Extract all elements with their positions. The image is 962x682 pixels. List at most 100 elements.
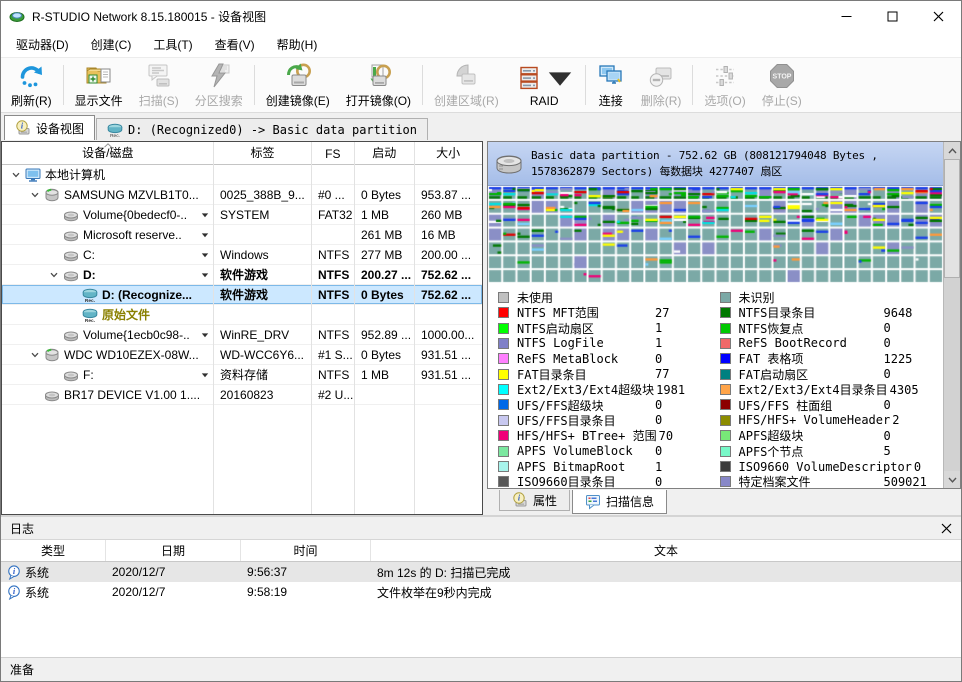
rec-disk-icon: Rec. <box>82 307 98 323</box>
row-dropdown-icon[interactable] <box>201 251 212 259</box>
row-dropdown-icon[interactable] <box>201 231 212 239</box>
row-dropdown-icon[interactable] <box>201 331 212 339</box>
row-dropdown-icon[interactable] <box>201 371 212 379</box>
tree-column-header-1[interactable]: 标签 <box>214 142 312 164</box>
maximize-button[interactable] <box>869 1 915 31</box>
log-date-cell: 2020/12/7 <box>106 565 241 579</box>
tree-row[interactable]: D:软件游戏NTFS200.27 ...752.62 ... <box>2 265 482 285</box>
log-close-icon[interactable] <box>941 523 952 534</box>
tree-row[interactable]: F:资料存储NTFS1 MB931.51 ... <box>2 365 482 385</box>
device-name: SAMSUNG MZVLB1T0... <box>64 188 199 202</box>
log-row[interactable]: i系统2020/12/79:56:378m 12s 的 D: 扫描已完成 <box>1 562 961 582</box>
tree-column-header-0[interactable]: 设备/磁盘 <box>2 142 214 164</box>
view-tab-device-view[interactable]: i设备视图 <box>4 115 95 140</box>
scroll-down-arrow[interactable] <box>944 471 960 488</box>
legend-label: APFS VolumeBlock <box>517 444 653 458</box>
tree-row[interactable]: Volume{0bedecf0-..SYSTEMFAT321 MB260 MB <box>2 205 482 225</box>
scan-blocks-canvas <box>488 186 943 283</box>
scroll-track[interactable] <box>944 159 960 471</box>
vertical-scrollbar[interactable] <box>943 142 960 488</box>
log-row[interactable]: i系统2020/12/79:58:19文件枚举在9秒内完成 <box>1 582 961 602</box>
log-column-header-2[interactable]: 时间 <box>241 540 371 561</box>
boot-cell <box>355 165 415 184</box>
bottom-tab-scan-info[interactable]: 扫描信息 <box>572 490 667 514</box>
row-dropdown-icon[interactable] <box>201 211 212 219</box>
tree-row[interactable]: Rec.原始文件 <box>2 305 482 325</box>
fs-cell: #2 U... <box>312 385 355 404</box>
legend-swatch <box>498 369 509 380</box>
toolbar-button-connect[interactable]: 连接 <box>589 60 633 110</box>
bottom-tab-properties[interactable]: i属性 <box>499 490 570 511</box>
tree-row[interactable]: Rec.D: (Recognize...软件游戏NTFS0 Bytes752.6… <box>2 285 482 305</box>
tree-row[interactable]: WDC WD10EZEX-08W...WD-WCC6Y6...#1 S...0 … <box>2 345 482 365</box>
info-icon: i <box>7 565 21 580</box>
scroll-up-arrow[interactable] <box>944 142 960 159</box>
device-view-icon: i <box>15 120 31 136</box>
fs-cell <box>312 305 355 324</box>
expand-chevron[interactable] <box>26 350 43 360</box>
toolbar-button-partition-search[interactable]: 分区搜索 <box>187 60 251 110</box>
toolbar-button-scan[interactable]: 扫描(S) <box>131 60 187 110</box>
toolbar-button-raid[interactable]: RAID <box>507 60 582 110</box>
svg-text:Rec.: Rec. <box>85 318 95 323</box>
chevron-down-icon <box>49 270 59 280</box>
info-icon: i <box>7 585 21 600</box>
menu-item-c[interactable]: 创建(C) <box>80 32 143 57</box>
toolbar-button-create-region[interactable]: 创建区域(R) <box>426 60 507 110</box>
connect-icon <box>597 62 625 90</box>
tree-row[interactable]: SAMSUNG MZVLB1T0...0025_388B_9...#0 ...0… <box>2 185 482 205</box>
tree-row[interactable]: Microsoft reserve..261 MB16 MB <box>2 225 482 245</box>
toolbar-button-create-image[interactable]: 创建镜像(E) <box>258 60 338 110</box>
log-column-header-0[interactable]: 类型 <box>1 540 106 561</box>
toolbar-button-delete[interactable]: 删除(R) <box>633 60 690 110</box>
tree-column-header-3[interactable]: 启动 <box>354 142 414 164</box>
tree-row[interactable]: C:WindowsNTFS277 MB200.00 ... <box>2 245 482 265</box>
menu-item-v[interactable]: 查看(V) <box>204 32 266 57</box>
boot-cell: 200.27 ... <box>355 265 415 284</box>
legend-item: NTFS MFT范围27 <box>498 305 720 320</box>
menu-item-h[interactable]: 帮助(H) <box>266 32 329 57</box>
scan-icon <box>145 62 173 90</box>
log-column-header-1[interactable]: 日期 <box>106 540 241 561</box>
toolbar-separator <box>585 65 586 105</box>
column-divider[interactable] <box>354 142 355 514</box>
tree-row[interactable]: Volume{1ecb0c98-..WinRE_DRVNTFS952.89 ..… <box>2 325 482 345</box>
menu-item-t[interactable]: 工具(T) <box>142 32 203 57</box>
device-name: Microsoft reserve.. <box>83 228 182 242</box>
device-name-cell: Volume{0bedecf0-.. <box>2 205 214 224</box>
toolbar-button-show-files[interactable]: 显示文件 <box>67 60 131 110</box>
tree-row[interactable]: 本地计算机 <box>2 165 482 185</box>
legend-label: ReFS BootRecord <box>739 336 882 350</box>
legend-count: 1981 <box>654 383 685 397</box>
column-divider[interactable] <box>414 142 415 514</box>
minimize-button[interactable] <box>823 1 869 31</box>
toolbar-button-refresh[interactable]: 刷新(R) <box>3 60 60 110</box>
expand-chevron[interactable] <box>26 190 43 200</box>
toolbar-separator <box>422 65 423 105</box>
column-divider[interactable] <box>213 142 214 514</box>
log-column-header-3[interactable]: 文本 <box>371 540 961 561</box>
toolbar-button-open-image[interactable]: 打开镜像(O) <box>338 60 419 110</box>
legend-count: 0 <box>882 429 891 443</box>
close-icon <box>933 11 944 22</box>
toolbar-button-stop[interactable]: STOP停止(S) <box>754 60 810 110</box>
menu-item-d[interactable]: 驱动器(D) <box>5 32 80 57</box>
size-cell: 16 MB <box>415 225 483 244</box>
expand-chevron[interactable] <box>7 170 24 180</box>
toolbar-button-options[interactable]: 选项(O) <box>696 60 753 110</box>
tree-column-header-4[interactable]: 大小 <box>414 142 482 164</box>
toolbar-button-label: 创建区域(R) <box>434 92 499 109</box>
column-divider[interactable] <box>311 142 312 514</box>
tree-row[interactable]: BR17 DEVICE V1.00 1....20160823#2 U... <box>2 385 482 405</box>
tree-column-header-2[interactable]: FS <box>311 142 354 164</box>
toolbar-button-label: 刷新(R) <box>11 92 52 109</box>
view-tab-partition[interactable]: Rec.D: (Recognized0) -> Basic data parti… <box>96 118 428 140</box>
sort-indicator <box>103 143 112 148</box>
expand-chevron[interactable] <box>45 270 62 280</box>
volume-icon <box>63 227 79 243</box>
close-button[interactable] <box>915 1 961 31</box>
legend-item: NTFS启动扇区1 <box>498 320 720 335</box>
legend-item: UFS/FFS超级块0 <box>498 397 720 412</box>
row-dropdown-icon[interactable] <box>201 271 212 279</box>
scroll-thumb[interactable] <box>944 159 960 278</box>
